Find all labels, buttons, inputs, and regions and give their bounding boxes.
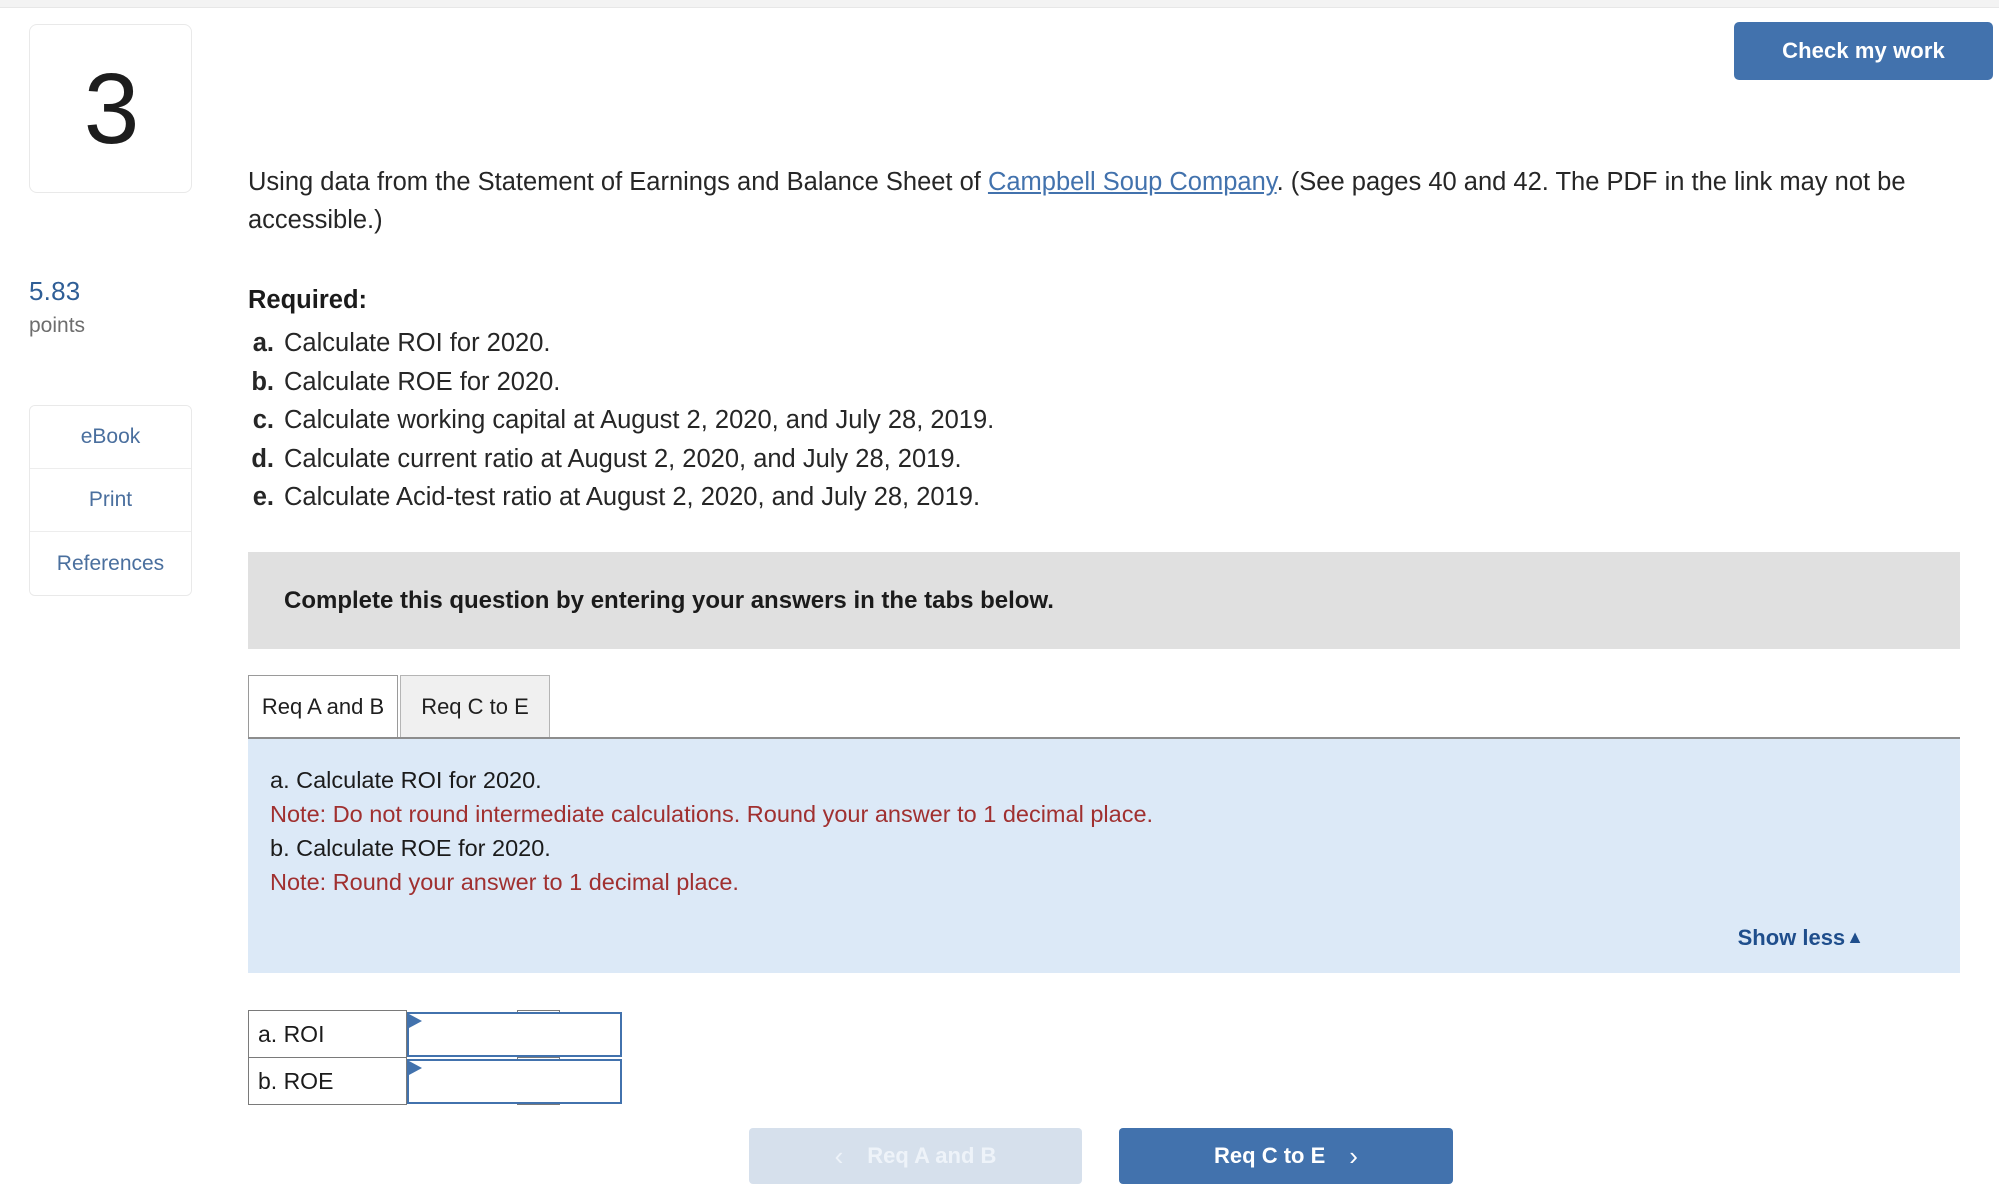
- instruction-band-text: Complete this question by entering your …: [284, 586, 1054, 614]
- show-less-label: Show less: [1737, 925, 1846, 950]
- requirement-detail-panel: a. Calculate ROI for 2020. Note: Do not …: [248, 737, 1960, 973]
- required-item-b: b. Calculate ROE for 2020.: [248, 363, 1548, 402]
- roe-input[interactable]: [407, 1058, 622, 1104]
- required-letter: a.: [252, 329, 274, 357]
- intro-text-before-link: Using data from the Statement of Earning…: [248, 168, 988, 196]
- panel-note-a: Note: Do not round intermediate calculat…: [270, 801, 1154, 827]
- panel-note-b: Note: Round your answer to 1 decimal pla…: [270, 869, 739, 895]
- nav-prev-label: Req A and B: [867, 1143, 997, 1168]
- required-text: Calculate ROI for 2020.: [284, 329, 551, 357]
- required-letter: e.: [252, 483, 274, 511]
- required-item-d: d. Calculate current ratio at August 2, …: [248, 440, 1548, 479]
- required-item-c: c. Calculate working capital at August 2…: [248, 401, 1548, 440]
- tab-req-c-to-e[interactable]: Req C to E: [400, 675, 550, 737]
- campbell-soup-company-link[interactable]: Campbell Soup Company: [988, 168, 1277, 196]
- nav-next-label: Req C to E: [1214, 1143, 1326, 1168]
- required-item-a: a. Calculate ROI for 2020.: [248, 324, 1548, 363]
- nav-prev-button[interactable]: ‹ Req A and B: [749, 1128, 1082, 1184]
- panel-line-b: b. Calculate ROE for 2020.: [270, 835, 551, 861]
- requirement-nav: ‹ Req A and B Req C to E ›: [248, 1128, 1999, 1188]
- chevron-right-icon: ›: [1349, 1141, 1358, 1171]
- question-number-box: 3: [29, 24, 192, 193]
- triangle-up-icon: ▲: [1846, 927, 1864, 947]
- roe-input-wrapper: [407, 1058, 622, 1104]
- references-button[interactable]: References: [30, 532, 191, 595]
- requirement-tabstrip: Req A and B Req C to E: [248, 675, 1960, 737]
- required-text: Calculate ROE for 2020.: [284, 367, 561, 396]
- check-my-work-button[interactable]: Check my work: [1734, 22, 1993, 80]
- tab-req-a-and-b[interactable]: Req A and B: [248, 675, 398, 737]
- required-heading: Required:: [248, 286, 368, 314]
- table-row: a. ROI %: [248, 1010, 622, 1058]
- answer-label-roi: a. ROI: [248, 1010, 407, 1058]
- required-letter: c.: [252, 406, 274, 434]
- roi-input[interactable]: [407, 1011, 622, 1057]
- points-value: 5.83: [29, 276, 81, 306]
- show-less-toggle[interactable]: Show less ▲: [1738, 925, 1864, 951]
- required-text: Calculate current ratio at August 2, 202…: [284, 444, 962, 473]
- instruction-band: Complete this question by entering your …: [248, 552, 1960, 649]
- top-divider: [0, 0, 1999, 8]
- question-number: 3: [83, 52, 140, 165]
- required-item-e: e. Calculate Acid-test ratio at August 2…: [248, 478, 1548, 517]
- answer-field-cell-roe: [406, 1057, 622, 1105]
- ebook-button[interactable]: eBook: [30, 406, 191, 469]
- print-button[interactable]: Print: [30, 469, 191, 532]
- nav-next-button[interactable]: Req C to E ›: [1119, 1128, 1453, 1184]
- panel-line-a: a. Calculate ROI for 2020.: [270, 767, 542, 793]
- required-letter: d.: [251, 444, 274, 473]
- answer-label-roe: b. ROE: [248, 1057, 407, 1105]
- chevron-left-icon: ‹: [834, 1141, 844, 1171]
- question-intro-text: Using data from the Statement of Earning…: [248, 163, 1999, 239]
- assignment-question-page: 3 5.83 points eBook Print References Che…: [0, 0, 1999, 1195]
- required-text: Calculate Acid-test ratio at August 2, 2…: [284, 483, 981, 511]
- table-row: b. ROE %: [248, 1057, 622, 1105]
- points-label: points: [29, 314, 86, 337]
- required-letter: b.: [251, 367, 274, 396]
- resource-button-group: eBook Print References: [29, 405, 192, 596]
- required-text: Calculate working capital at August 2, 2…: [284, 406, 995, 434]
- roi-input-wrapper: [407, 1011, 622, 1057]
- answer-field-cell-roi: [406, 1010, 622, 1058]
- question-sidebar: 3 5.83 points eBook Print References: [0, 8, 195, 1195]
- answer-table: a. ROI % b. ROE %: [248, 1010, 622, 1105]
- required-list: a. Calculate ROI for 2020. b. Calculate …: [248, 324, 1548, 517]
